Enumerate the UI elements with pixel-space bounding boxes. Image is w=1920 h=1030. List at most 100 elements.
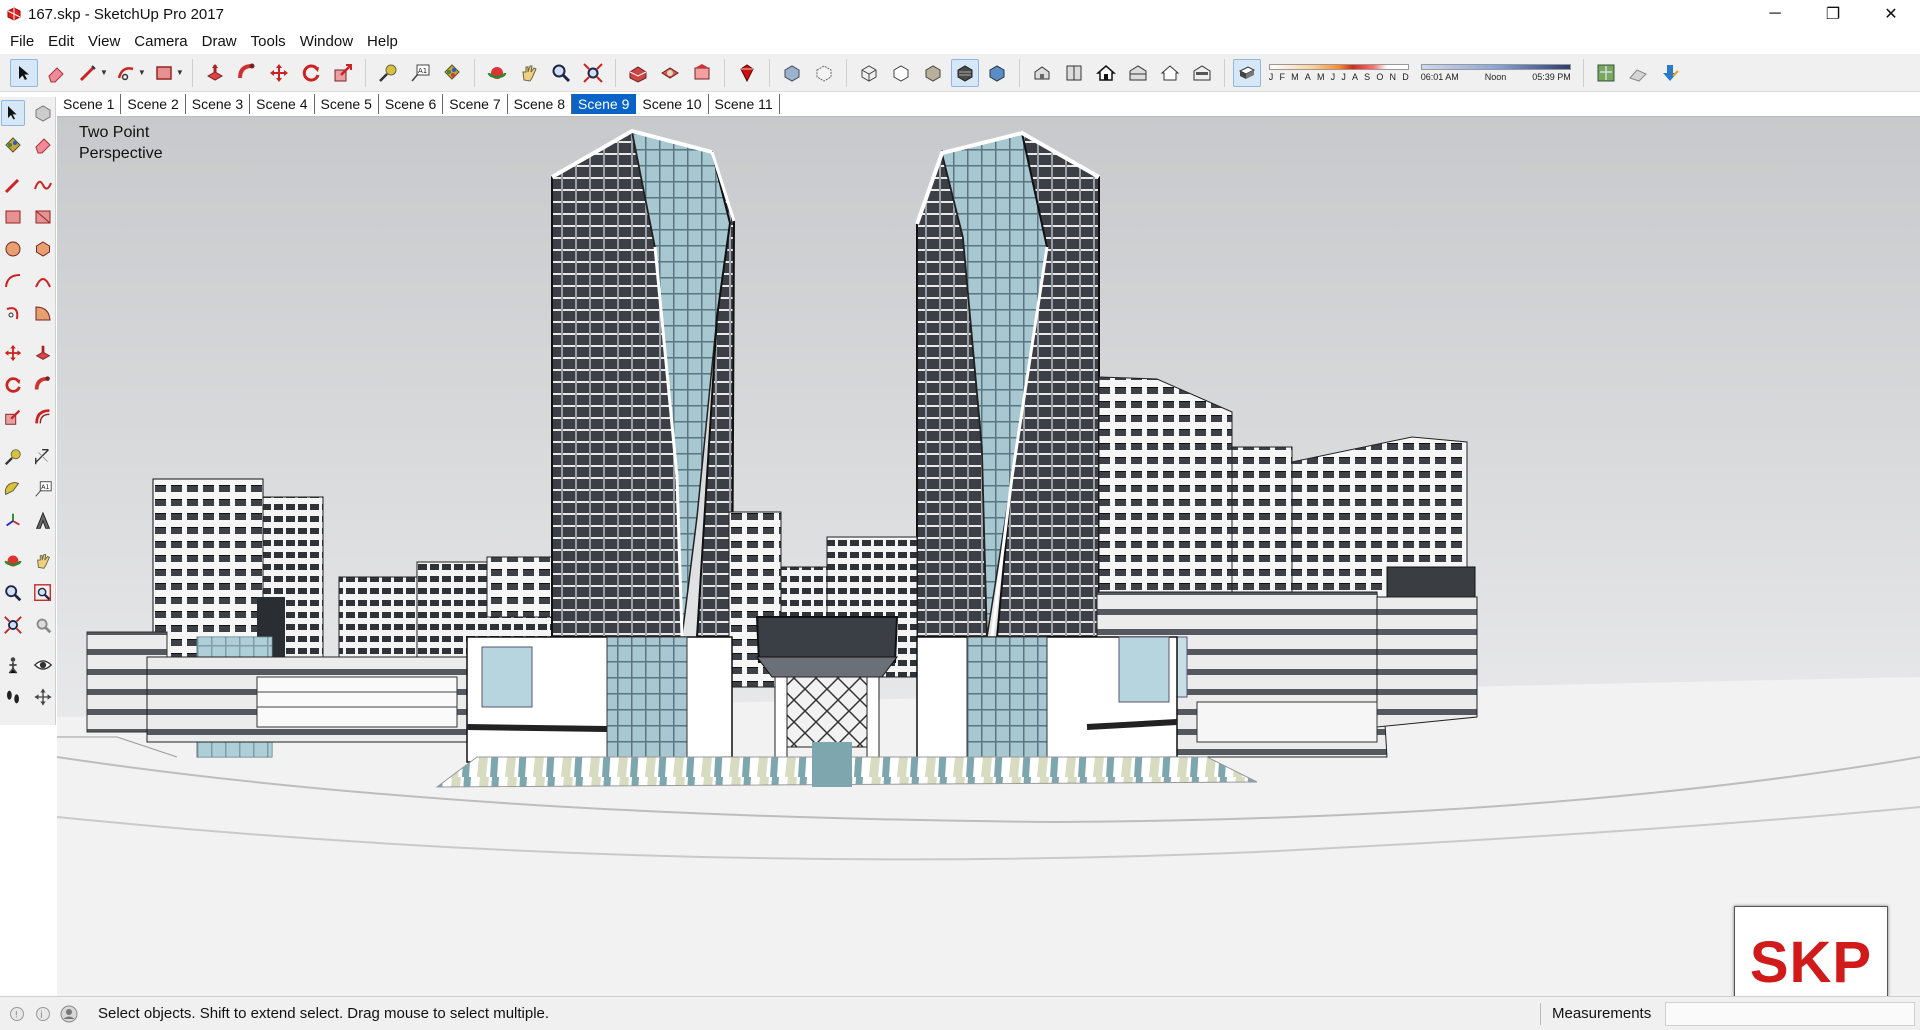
shadow-time-bar[interactable] xyxy=(1420,63,1571,70)
zoom-window-tool[interactable] xyxy=(31,580,55,606)
podium-left-tower[interactable] xyxy=(466,636,733,763)
tab-scene-4[interactable]: Scene 4 xyxy=(250,94,315,114)
tower-right[interactable] xyxy=(915,130,1100,638)
left-view-button[interactable] xyxy=(1188,59,1216,87)
push-pull-button[interactable] xyxy=(201,59,229,87)
shape-dropdown-caret-icon[interactable]: ▼ xyxy=(176,68,184,77)
zoom-extents-button[interactable] xyxy=(579,59,607,87)
entrance-canopy[interactable] xyxy=(755,616,899,758)
orbit-tool[interactable] xyxy=(1,548,25,574)
rotate-button[interactable] xyxy=(297,59,325,87)
two-point-arc-tool[interactable] xyxy=(31,268,55,294)
measurements-input[interactable] xyxy=(1665,1002,1915,1026)
tape-measure-tool[interactable] xyxy=(1,444,25,470)
monochrome-button[interactable] xyxy=(983,59,1011,87)
protractor-tool[interactable] xyxy=(1,476,25,502)
position-camera-tool[interactable] xyxy=(1,652,25,678)
pie-tool[interactable] xyxy=(31,300,55,326)
zoom-extents-tool[interactable] xyxy=(1,612,25,638)
menu-file[interactable]: File xyxy=(3,33,41,50)
line-tool[interactable] xyxy=(1,172,25,198)
tab-scene-10[interactable]: Scene 10 xyxy=(636,94,709,114)
extension-warehouse-button[interactable] xyxy=(688,59,716,87)
3d-text-tool[interactable] xyxy=(31,508,55,534)
model-scene[interactable] xyxy=(57,117,1920,996)
shadow-time-slider[interactable]: 06:01 AM Noon 05:39 PM xyxy=(1420,59,1571,87)
scale-tool[interactable] xyxy=(1,404,25,430)
paint-bucket-button[interactable] xyxy=(438,59,466,87)
sign-in-user-icon[interactable] xyxy=(60,1005,78,1023)
menu-tools[interactable]: Tools xyxy=(244,33,293,50)
menu-view[interactable]: View xyxy=(81,33,127,50)
extension-ruby-button[interactable] xyxy=(733,59,761,87)
arc-dropdown-caret-icon[interactable]: ▼ xyxy=(138,68,146,77)
warehouse-button[interactable] xyxy=(624,59,652,87)
axes-tool[interactable] xyxy=(1,508,25,534)
credits-icon[interactable]: i xyxy=(34,1005,52,1023)
text-tool[interactable]: A1 xyxy=(31,476,55,502)
walk-tool[interactable] xyxy=(1,684,25,710)
shadow-date-slider[interactable]: J F M A M J J A S O N D xyxy=(1268,59,1409,87)
tab-scene-5[interactable]: Scene 5 xyxy=(315,94,379,114)
shaded-button[interactable] xyxy=(919,59,947,87)
close-button[interactable]: ✕ xyxy=(1862,0,1920,28)
restore-button[interactable]: ❐ xyxy=(1804,0,1862,28)
tab-scene-6[interactable]: Scene 6 xyxy=(379,94,444,114)
follow-me-tool[interactable] xyxy=(31,372,55,398)
arc-tool[interactable] xyxy=(1,268,25,294)
menu-edit[interactable]: Edit xyxy=(41,33,81,50)
move-tool[interactable] xyxy=(1,340,25,366)
rotate-tool[interactable] xyxy=(1,372,25,398)
top-view-button[interactable] xyxy=(1060,59,1088,87)
shadows-toggle-button[interactable] xyxy=(1232,58,1261,87)
back-edges-button[interactable] xyxy=(810,59,838,87)
paint-bucket-tool[interactable] xyxy=(1,132,25,158)
line-tool-button[interactable] xyxy=(74,59,102,87)
dimension-tool[interactable] xyxy=(31,444,55,470)
look-around-tool[interactable] xyxy=(31,652,55,678)
hidden-line-button[interactable] xyxy=(887,59,915,87)
front-view-button[interactable] xyxy=(1092,59,1120,87)
back-view-button[interactable] xyxy=(1156,59,1184,87)
wireframe-button[interactable] xyxy=(855,59,883,87)
push-pull-tool[interactable] xyxy=(31,340,55,366)
shape-tool-button[interactable] xyxy=(150,59,178,87)
polygon-tool[interactable] xyxy=(31,236,55,262)
select-tool-button[interactable] xyxy=(10,58,38,87)
offset-tool[interactable] xyxy=(31,404,55,430)
tab-scene-1[interactable]: Scene 1 xyxy=(57,94,122,114)
section-plane-tool[interactable] xyxy=(31,684,55,710)
xray-style-button[interactable] xyxy=(778,59,806,87)
previous-view-tool[interactable] xyxy=(31,612,55,638)
share-model-button[interactable] xyxy=(656,59,684,87)
select-tool[interactable] xyxy=(0,100,25,126)
pan-tool[interactable] xyxy=(31,548,55,574)
tab-scene-2[interactable]: Scene 2 xyxy=(121,94,186,114)
freehand-tool[interactable] xyxy=(31,172,55,198)
model-viewport[interactable]: Two Point Perspective xyxy=(57,116,1920,996)
follow-me-button[interactable] xyxy=(233,59,261,87)
eraser-tool[interactable] xyxy=(31,132,55,158)
toggle-terrain-button[interactable] xyxy=(1624,59,1652,87)
make-component-tool[interactable] xyxy=(31,100,55,126)
shadow-date-bar[interactable] xyxy=(1268,63,1409,70)
text-tool-button[interactable]: A1 xyxy=(406,59,434,87)
menu-window[interactable]: Window xyxy=(293,33,360,50)
minimize-button[interactable]: ─ xyxy=(1746,0,1804,28)
pan-button[interactable] xyxy=(515,59,543,87)
move-button[interactable] xyxy=(265,59,293,87)
orbit-button[interactable] xyxy=(483,59,511,87)
right-view-button[interactable] xyxy=(1124,59,1152,87)
menu-help[interactable]: Help xyxy=(360,33,405,50)
add-location-button[interactable] xyxy=(1592,59,1620,87)
rectangle-tool[interactable] xyxy=(1,204,25,230)
iso-view-button[interactable] xyxy=(1028,59,1056,87)
tape-measure-button[interactable] xyxy=(374,59,402,87)
tab-scene-3[interactable]: Scene 3 xyxy=(186,94,251,114)
podium-right-tower[interactable] xyxy=(916,636,1178,763)
arc-tool-button[interactable] xyxy=(112,59,140,87)
tab-scene-7[interactable]: Scene 7 xyxy=(443,94,508,114)
tab-scene-9[interactable]: Scene 9 xyxy=(572,94,637,114)
tower-left[interactable] xyxy=(551,128,736,638)
zoom-tool[interactable] xyxy=(1,580,25,606)
